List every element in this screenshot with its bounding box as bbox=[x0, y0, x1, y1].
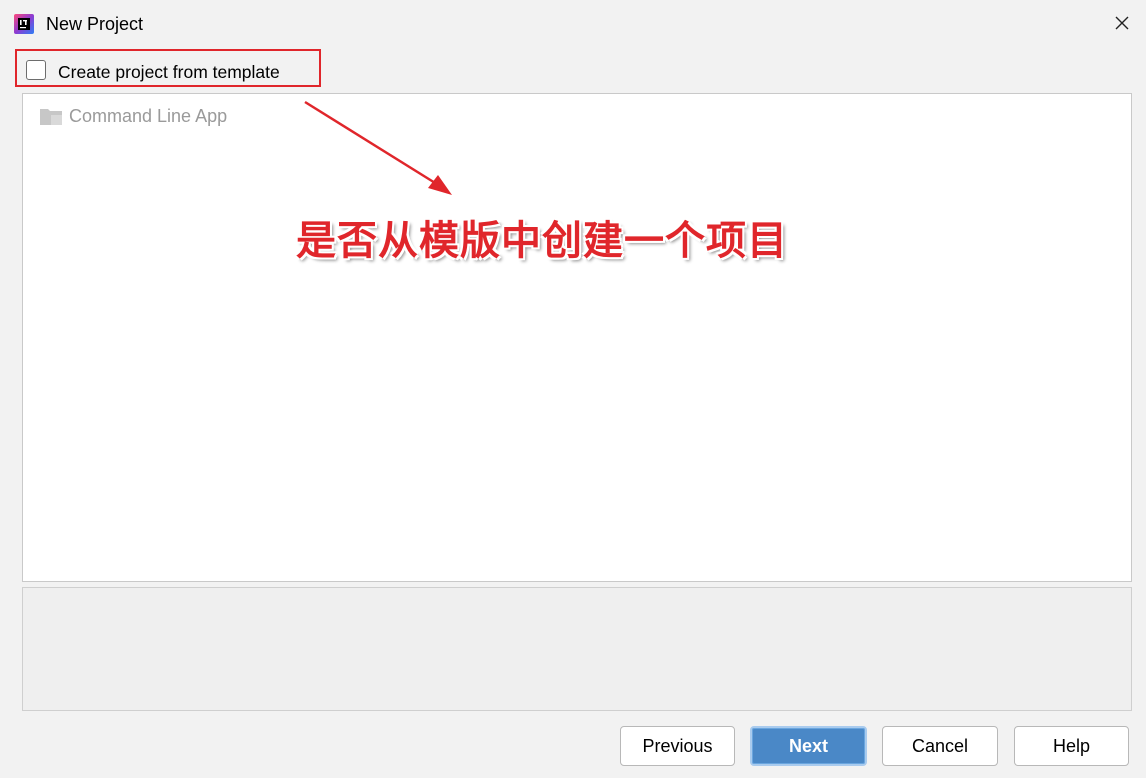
list-item[interactable]: Command Line App bbox=[39, 104, 227, 128]
template-list[interactable]: Command Line App bbox=[22, 93, 1132, 582]
intellij-idea-icon bbox=[14, 14, 34, 34]
close-icon bbox=[1115, 16, 1129, 30]
cancel-button[interactable]: Cancel bbox=[882, 726, 998, 766]
create-from-template-label[interactable]: Create project from template bbox=[58, 61, 280, 83]
close-button[interactable] bbox=[1108, 10, 1136, 36]
folder-icon bbox=[40, 109, 62, 125]
annotation-text: 是否从模版中创建一个项目 bbox=[296, 218, 788, 264]
next-button[interactable]: Next bbox=[750, 726, 867, 766]
create-from-template-checkbox[interactable] bbox=[26, 60, 46, 80]
list-item-label: Command Line App bbox=[69, 106, 228, 126]
template-description-panel bbox=[22, 587, 1132, 711]
window-title: New Project bbox=[46, 14, 144, 34]
previous-button[interactable]: Previous bbox=[620, 726, 735, 766]
help-button[interactable]: Help bbox=[1014, 726, 1129, 766]
title-bar: New Project bbox=[0, 0, 1146, 46]
